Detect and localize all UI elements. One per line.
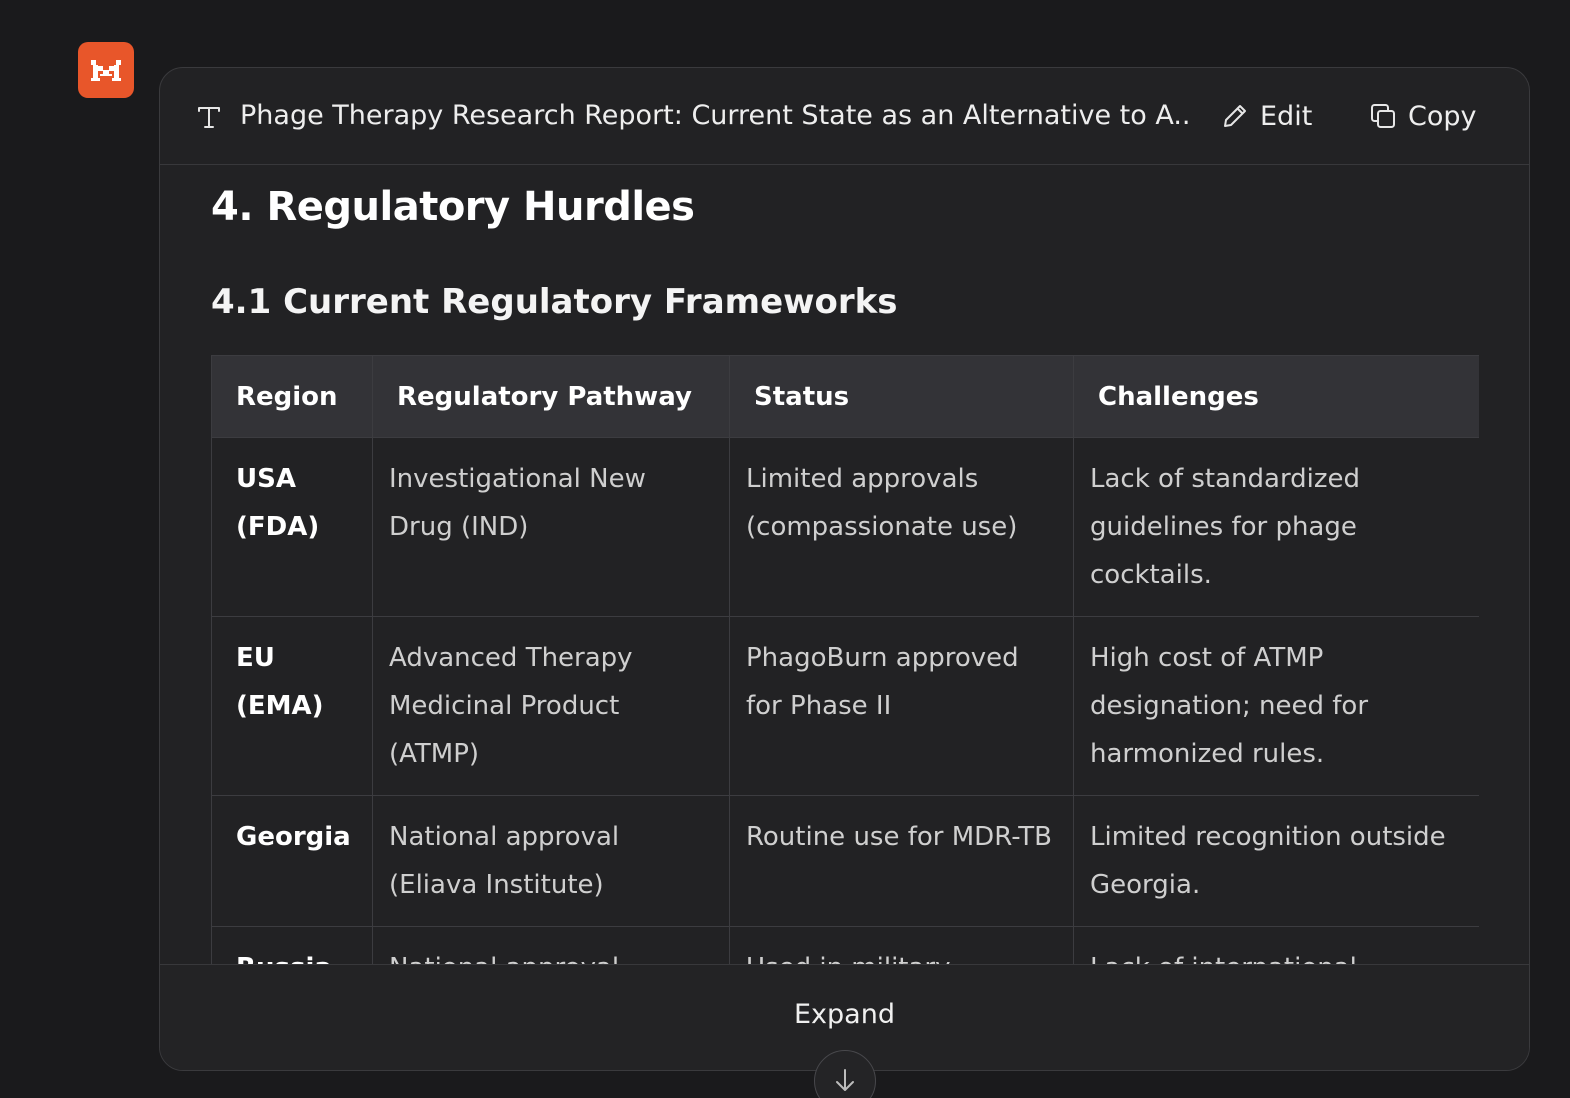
- copy-label: Copy: [1408, 100, 1477, 132]
- expand-button[interactable]: Expand: [160, 999, 1529, 1030]
- column-header: Region: [211, 355, 373, 438]
- logo-glyph: [91, 60, 121, 81]
- table-row: Russia National approval Used in militar…: [211, 926, 1479, 966]
- pathway-cell: National approval (Eliava Institute): [372, 795, 730, 927]
- artifact-card: Phage Therapy Research Report: Current S…: [159, 67, 1530, 1071]
- text-format-icon: [198, 107, 220, 128]
- edit-label: Edit: [1260, 100, 1313, 132]
- status-cell: Routine use for MDR-TB: [729, 795, 1074, 927]
- copy-icon: [1371, 104, 1395, 128]
- challenges-cell: High cost of ATMP designation; need for …: [1073, 616, 1479, 796]
- arrow-down-icon: [836, 1069, 854, 1091]
- challenges-cell: Lack of international: [1073, 926, 1479, 966]
- pathway-cell: Investigational New Drug (IND): [372, 437, 730, 617]
- challenges-cell: Limited recognition outside Georgia.: [1073, 795, 1479, 927]
- table-row: USA (FDA) Investigational New Drug (IND)…: [211, 437, 1479, 617]
- status-cell: Used in military: [729, 926, 1074, 966]
- challenges-cell: Lack of standardized guidelines for phag…: [1073, 437, 1479, 617]
- region-cell: EU (EMA): [211, 616, 373, 796]
- status-cell: PhagoBurn approved for Phase II: [729, 616, 1074, 796]
- region-cell: USA (FDA): [211, 437, 373, 617]
- section-heading: 4. Regulatory Hurdles: [211, 184, 695, 230]
- document-title: Phage Therapy Research Report: Current S…: [240, 100, 1190, 131]
- table-header-row: Region Regulatory Pathway Status Challen…: [211, 355, 1479, 438]
- card-header: Phage Therapy Research Report: Current S…: [160, 68, 1529, 165]
- column-header: Status: [729, 355, 1074, 438]
- app-logo-icon: [78, 42, 134, 98]
- status-cell: Limited approvals (compassionate use): [729, 437, 1074, 617]
- region-cell: Russia: [211, 926, 373, 966]
- pathway-cell: Advanced Therapy Medicinal Product (ATMP…: [372, 616, 730, 796]
- pencil-icon: [1224, 105, 1246, 127]
- table-row: Georgia National approval (Eliava Instit…: [211, 795, 1479, 927]
- column-header: Regulatory Pathway: [372, 355, 730, 438]
- edit-button[interactable]: Edit: [1220, 92, 1312, 140]
- table-row: EU (EMA) Advanced Therapy Medicinal Prod…: [211, 616, 1479, 796]
- copy-button[interactable]: Copy: [1368, 92, 1477, 140]
- document-content: 4. Regulatory Hurdles 4.1 Current Regula…: [211, 166, 1479, 966]
- page: Phage Therapy Research Report: Current S…: [0, 0, 1570, 1098]
- column-header: Challenges: [1073, 355, 1479, 438]
- region-cell: Georgia: [211, 795, 373, 927]
- pathway-cell: National approval: [372, 926, 730, 966]
- regulatory-table: Region Regulatory Pathway Status Challen…: [211, 355, 1479, 966]
- subsection-heading: 4.1 Current Regulatory Frameworks: [211, 282, 898, 322]
